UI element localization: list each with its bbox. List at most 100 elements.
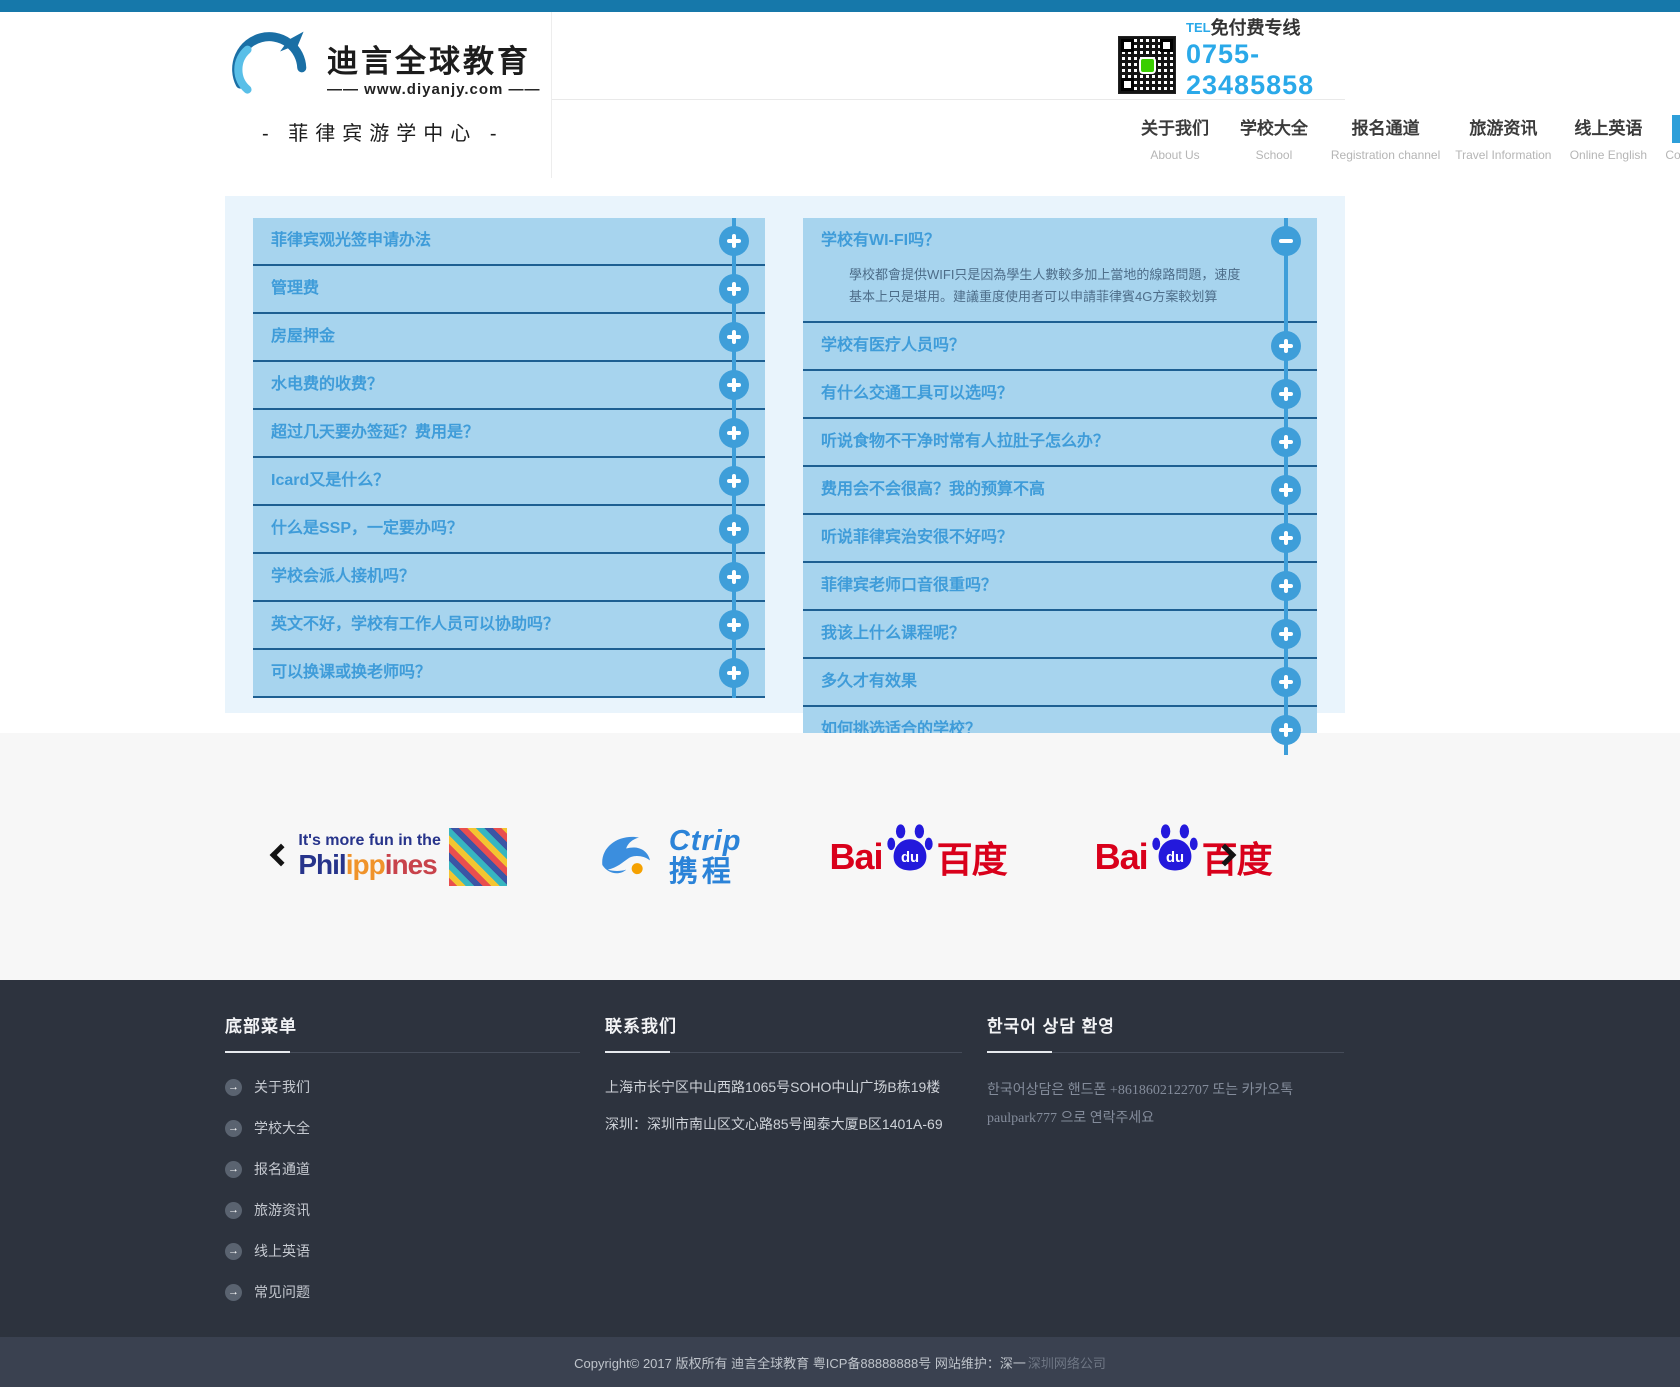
nav-label[interactable]: 关于我们 (1133, 115, 1217, 143)
arrow-circle-icon (225, 1284, 242, 1301)
faq-item[interactable]: 管理费 (253, 266, 765, 314)
expand-plus-icon[interactable] (1271, 667, 1301, 697)
faq-item-expanded[interactable]: 学校有WI-FI吗？ 學校都會提供WIFI只是因為學生人數較多加上當地的線路問題… (803, 218, 1317, 323)
faq-item[interactable]: 听说食物不干净时常有人拉肚子怎么办？ (803, 419, 1317, 467)
nav-item-registration[interactable]: 报名通道 Registration channel (1331, 115, 1440, 178)
faq-item[interactable]: 房屋押金 (253, 314, 765, 362)
expand-plus-icon[interactable] (719, 418, 749, 448)
logo-title: 迪言全球教育 (327, 45, 541, 79)
expand-plus-icon[interactable] (1271, 331, 1301, 361)
footer-link-about[interactable]: 关于我们 (225, 1077, 580, 1097)
footer-menu-title: 底部菜单 (225, 1012, 580, 1053)
faq-item[interactable]: 费用会不会很高？我的预算不高 (803, 467, 1317, 515)
address-shenzhen: 深圳：深圳市南山区文心路85号闽泰大厦B区1401A-69 (605, 1114, 962, 1135)
site-footer: 底部菜单 关于我们 学校大全 报名通道 旅游资讯 线上英语 (0, 980, 1680, 1337)
expand-plus-icon[interactable] (1271, 619, 1301, 649)
arrow-circle-icon (225, 1243, 242, 1260)
faq-item[interactable]: 菲律宾老师口音很重吗？ (803, 563, 1317, 611)
expand-plus-icon[interactable] (719, 562, 749, 592)
expand-plus-icon[interactable] (719, 610, 749, 640)
nav-label[interactable]: 学校大全 (1232, 115, 1316, 143)
logo-subtitle: - 菲律宾游学中心 - (225, 117, 541, 146)
tel-label: TEL (1186, 20, 1211, 35)
faq-section: 菲律宾观光签申请办法 管理费 房屋押金 水电费的收费？ 超过几天要办签延？费用是… (0, 178, 1680, 733)
partner-logo-ctrip[interactable]: Ctrip 携程 (595, 826, 742, 887)
faq-item[interactable]: 英文不好，学校有工作人员可以协助吗？ (253, 602, 765, 650)
faq-item[interactable]: 菲律宾观光签申请办法 (253, 218, 765, 266)
expand-plus-icon[interactable] (1271, 571, 1301, 601)
faq-item[interactable]: 水电费的收费？ (253, 362, 765, 410)
partner-logo-baidu-2[interactable]: Bai du 百度 (1095, 822, 1272, 891)
nav-label-active[interactable]: 常见问题 (1672, 115, 1680, 143)
footer-korean-column: 한국어 상담 환영 한국어상담은 핸드폰 +8618602122707 또는 카… (987, 1012, 1344, 1323)
faq-item[interactable]: Icard又是什么？ (253, 458, 765, 506)
faq-item[interactable]: 我该上什么课程呢？ (803, 611, 1317, 659)
expand-plus-icon[interactable] (719, 322, 749, 352)
faq-item[interactable]: 多久才有效果 (803, 659, 1317, 707)
nav-label[interactable]: 旅游资讯 (1461, 115, 1545, 143)
faq-column-left: 菲律宾观光签申请办法 管理费 房屋押金 水电费的收费？ 超过几天要办签延？费用是… (253, 218, 765, 698)
ctrip-dolphin-icon (595, 826, 661, 887)
nav-item-travel-info[interactable]: 旅游资讯 Travel Information (1455, 115, 1551, 178)
nav-sublabel: School (1232, 148, 1316, 162)
main-nav: 关于我们 About Us 学校大全 School 报名通道 Registrat… (1103, 100, 1680, 178)
nav-item-school[interactable]: 学校大全 School (1232, 115, 1316, 178)
collapse-minus-icon[interactable] (1271, 226, 1301, 256)
faq-column-right: 学校有WI-FI吗？ 學校都會提供WIFI只是因為學生人數較多加上當地的線路問題… (803, 218, 1317, 755)
expand-plus-icon[interactable] (719, 658, 749, 688)
globe-plane-logo-icon (225, 28, 317, 109)
copyright-maintainer-link[interactable]: 深圳网络公司 (1028, 1353, 1106, 1372)
faq-item[interactable]: 学校会派人接机吗？ (253, 554, 765, 602)
header-right: TEL免付费专线 0755- 23485858 关于我们 About Us 学校… (551, 12, 1345, 178)
line-app-icon (1139, 57, 1156, 74)
svg-text:du: du (1166, 850, 1184, 866)
footer-link-registration[interactable]: 报名通道 (225, 1159, 580, 1179)
faq-item[interactable]: 可以换课或换老师吗？ (253, 650, 765, 698)
faq-item[interactable]: 有什么交通工具可以选吗？ (803, 371, 1317, 419)
site-logo[interactable]: 迪言全球教育 —— www.diyanjy.com —— - 菲律宾游学中心 - (225, 28, 541, 146)
hotline-block: TEL免付费专线 0755- 23485858 (1186, 18, 1314, 101)
faq-item[interactable]: 听说菲律宾治安很不好吗？ (803, 515, 1317, 563)
expand-plus-icon[interactable] (1271, 475, 1301, 505)
arrow-circle-icon (225, 1202, 242, 1219)
copyright-bar: Copyright© 2017 版权所有 迪言全球教育 粤ICP备8888888… (0, 1337, 1680, 1387)
carousel-prev-icon[interactable] (270, 843, 293, 866)
site-header: 迪言全球教育 —— www.diyanjy.com —— - 菲律宾游学中心 -… (0, 12, 1680, 178)
footer-korean-title: 한국어 상담 환영 (987, 1012, 1344, 1053)
expand-plus-icon[interactable] (719, 370, 749, 400)
expand-plus-icon[interactable] (719, 466, 749, 496)
footer-link-school[interactable]: 学校大全 (225, 1118, 580, 1138)
expand-plus-icon[interactable] (719, 274, 749, 304)
qr-code-image (1118, 36, 1176, 94)
top-accent-bar (0, 0, 1680, 12)
copyright-text: Copyright© 2017 版权所有 迪言全球教育 粤ICP备8888888… (574, 1353, 1026, 1372)
address-shanghai: 上海市长宁区中山西路1065号SOHO中山广场B栋19楼 (605, 1077, 962, 1098)
nav-label[interactable]: 报名通道 (1344, 115, 1428, 143)
faq-item[interactable]: 什么是SSP，一定要办吗？ (253, 506, 765, 554)
faq-answer: 學校都會提供WIFI只是因為學生人數較多加上當地的線路問題，速度基本上只是堪用。… (803, 264, 1317, 321)
nav-item-common-problem-active[interactable]: 常见问题 Common Problem (1665, 115, 1680, 178)
expand-plus-icon[interactable] (1271, 379, 1301, 409)
partners-carousel: It's more fun in the Philippines Ctrip 携… (0, 733, 1680, 980)
nav-item-about-us[interactable]: 关于我们 About Us (1133, 115, 1217, 178)
baidu-paw-icon: du (885, 822, 935, 877)
footer-link-common-problem[interactable]: 常见问题 (225, 1282, 580, 1302)
partner-logo-philippines[interactable]: It's more fun in the Philippines (298, 828, 506, 886)
expand-plus-icon[interactable] (1271, 715, 1301, 745)
footer-link-travel-info[interactable]: 旅游资讯 (225, 1200, 580, 1220)
faq-item[interactable]: 超过几天要办签延？费用是？ (253, 410, 765, 458)
nav-sublabel: About Us (1133, 148, 1217, 162)
expand-plus-icon[interactable] (1271, 523, 1301, 553)
partner-logo-baidu-1[interactable]: Bai du 百度 (830, 822, 1007, 891)
nav-sublabel: Registration channel (1331, 148, 1440, 162)
expand-plus-icon[interactable] (1271, 427, 1301, 457)
footer-contact-title: 联系我们 (605, 1012, 962, 1053)
nav-item-online-english[interactable]: 线上英语 Online English (1566, 115, 1650, 178)
footer-link-online-english[interactable]: 线上英语 (225, 1241, 580, 1261)
faq-item[interactable]: 学校有医疗人员吗？ (803, 323, 1317, 371)
arrow-circle-icon (225, 1120, 242, 1137)
nav-label[interactable]: 线上英语 (1566, 115, 1650, 143)
arrow-circle-icon (225, 1079, 242, 1096)
expand-plus-icon[interactable] (719, 226, 749, 256)
expand-plus-icon[interactable] (719, 514, 749, 544)
